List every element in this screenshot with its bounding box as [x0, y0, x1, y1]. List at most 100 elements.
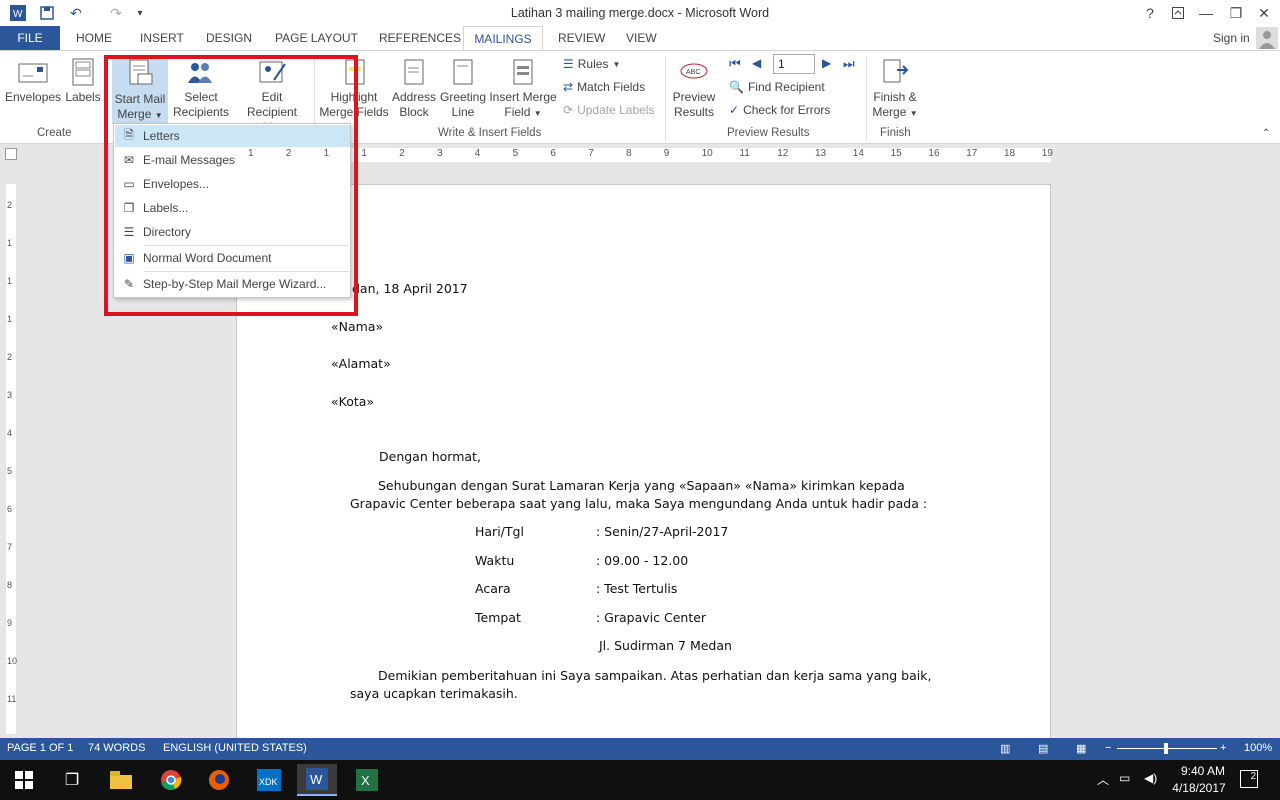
page-count[interactable]: PAGE 1 OF 1: [7, 742, 73, 754]
show-hidden-icons-icon[interactable]: ︿: [1097, 771, 1109, 788]
help-button[interactable]: ?: [1140, 3, 1160, 23]
check-errors-button[interactable]: ✓ Check for Errors: [729, 100, 830, 120]
notification-icon[interactable]: 2: [1240, 770, 1258, 788]
ruler-tick-label: 6: [7, 504, 13, 514]
rules-button[interactable]: ☰ Rules ▼: [563, 54, 620, 74]
minimize-button[interactable]: —: [1196, 3, 1216, 23]
address-block-label-1: Address: [391, 90, 437, 104]
tab-design[interactable]: DESIGN: [200, 26, 258, 50]
ruler-tick-label: 4: [7, 428, 13, 438]
ruler-tick-label: 1: [7, 314, 13, 324]
tab-home[interactable]: HOME: [70, 26, 118, 50]
chrome-icon[interactable]: [151, 764, 191, 796]
insert-merge-field-label-2: Field: [504, 105, 531, 119]
file-explorer-icon[interactable]: [101, 764, 141, 796]
sign-in-link[interactable]: Sign in: [1207, 26, 1256, 50]
rules-icon: ☰: [563, 57, 574, 71]
preview-results-button[interactable]: ABC Preview Results: [669, 58, 719, 120]
avatar[interactable]: [1256, 27, 1278, 49]
ruler-tick-label: 5: [7, 466, 13, 476]
doc-row-value: : Grapavic Center: [596, 610, 707, 625]
print-layout-icon[interactable]: ▤: [1038, 742, 1048, 755]
insert-merge-field-button[interactable]: Insert Merge Field ▼: [488, 58, 558, 121]
match-fields-button[interactable]: ⇄ Match Fields: [563, 77, 645, 97]
tab-review[interactable]: REVIEW: [552, 26, 611, 50]
ruler-tick-label: 1: [7, 276, 13, 286]
group-separator: [866, 56, 867, 142]
close-button[interactable]: ✕: [1254, 3, 1274, 23]
record-number-input[interactable]: 1: [773, 54, 815, 74]
intel-xdk-icon[interactable]: XDK: [249, 764, 289, 796]
tab-file[interactable]: FILE: [0, 26, 60, 50]
address-block-button[interactable]: Address Block: [390, 58, 438, 120]
ruler-tick-label: 2: [399, 148, 405, 159]
zoom-slider-thumb[interactable]: [1164, 743, 1168, 754]
ruler-tick-label: 3: [7, 390, 13, 400]
tab-selector-icon[interactable]: [5, 148, 17, 160]
check-errors-label: Check for Errors: [743, 103, 831, 117]
group-separator: [665, 56, 666, 142]
find-recipient-button[interactable]: 🔍 Find Recipient: [729, 77, 825, 97]
word-count[interactable]: 74 WORDS: [88, 742, 145, 754]
envelopes-button[interactable]: Envelopes: [5, 58, 61, 105]
ruler-tick-label: 2: [7, 200, 13, 210]
ruler-tick-label: 7: [588, 148, 594, 159]
document-page[interactable]: [236, 184, 1051, 744]
ruler-tick-label: 1: [248, 148, 254, 159]
preview-results-icon: ABC: [680, 63, 708, 79]
last-record-icon[interactable]: ⏭: [843, 56, 855, 72]
next-record-icon[interactable]: ▶: [822, 56, 831, 70]
taskbar: [0, 760, 1280, 800]
ruler-tick-label: 3: [437, 148, 443, 159]
word-taskbar-icon[interactable]: W: [297, 764, 337, 796]
ribbon-display-options-icon[interactable]: [1168, 3, 1188, 23]
zoom-level[interactable]: 100%: [1244, 742, 1272, 754]
zoom-in-button[interactable]: +: [1220, 742, 1226, 754]
ruler-tick-label: 15: [890, 148, 902, 159]
labels-label: Labels: [65, 90, 101, 104]
web-layout-icon[interactable]: ▦: [1076, 742, 1086, 755]
collapse-ribbon-icon[interactable]: ⌃: [1262, 128, 1270, 139]
task-view-icon[interactable]: ❐: [52, 764, 92, 796]
read-mode-icon[interactable]: ▥: [1000, 742, 1010, 755]
group-preview-results: Preview Results: [727, 127, 810, 139]
ruler-tick-label: 1: [323, 148, 330, 159]
volume-icon[interactable]: ◀): [1144, 771, 1157, 785]
tab-references[interactable]: REFERENCES: [373, 26, 467, 50]
svg-text:W: W: [310, 772, 323, 787]
tab-insert[interactable]: INSERT: [134, 26, 190, 50]
labels-button[interactable]: Labels: [63, 58, 103, 105]
doc-row-label: Hari/Tgl: [475, 524, 524, 539]
ruler-tick-label: 19: [1041, 148, 1053, 159]
tab-mailings[interactable]: MAILINGS: [463, 26, 543, 50]
greeting-line-button[interactable]: Greeting Line: [438, 58, 488, 120]
network-icon[interactable]: ▭: [1119, 771, 1130, 785]
excel-taskbar-icon[interactable]: X: [347, 764, 387, 796]
language[interactable]: ENGLISH (UNITED STATES): [163, 742, 307, 754]
start-button[interactable]: [4, 764, 44, 796]
previous-record-icon[interactable]: ◀: [752, 56, 761, 70]
clock-time[interactable]: 9:40 AM: [1174, 764, 1232, 778]
first-record-icon[interactable]: ⏮: [729, 56, 741, 72]
doc-date: dan, 18 April 2017: [352, 281, 468, 296]
tab-view[interactable]: VIEW: [620, 26, 663, 50]
greeting-line-icon: [453, 59, 473, 85]
ruler-tick-label: 2: [285, 148, 292, 159]
ruler-tick-label: 8: [626, 148, 632, 159]
ruler-tick-label: 7: [7, 542, 13, 552]
firefox-icon[interactable]: [199, 764, 239, 796]
restore-button[interactable]: ❐: [1226, 3, 1246, 23]
greeting-line-label-1: Greeting: [439, 90, 487, 104]
merge-field-kota: «Kota»: [331, 394, 375, 409]
ruler-tick-label: 14: [852, 148, 864, 159]
ruler-tick-label: 16: [928, 148, 940, 159]
vertical-ruler-track: [6, 184, 16, 734]
zoom-out-button[interactable]: −: [1105, 742, 1111, 754]
tab-page-layout[interactable]: PAGE LAYOUT: [269, 26, 364, 50]
finish-merge-button[interactable]: Finish & Merge ▼: [870, 58, 920, 121]
update-labels-button[interactable]: ⟳ Update Labels: [563, 100, 654, 120]
doc-row-label: Acara: [475, 581, 511, 596]
status-bar: PAGE 1 OF 1 74 WORDS ENGLISH (UNITED STA…: [0, 738, 1280, 760]
group-write-insert: Write & Insert Fields: [438, 127, 542, 139]
clock-date[interactable]: 4/18/2017: [1166, 781, 1232, 795]
